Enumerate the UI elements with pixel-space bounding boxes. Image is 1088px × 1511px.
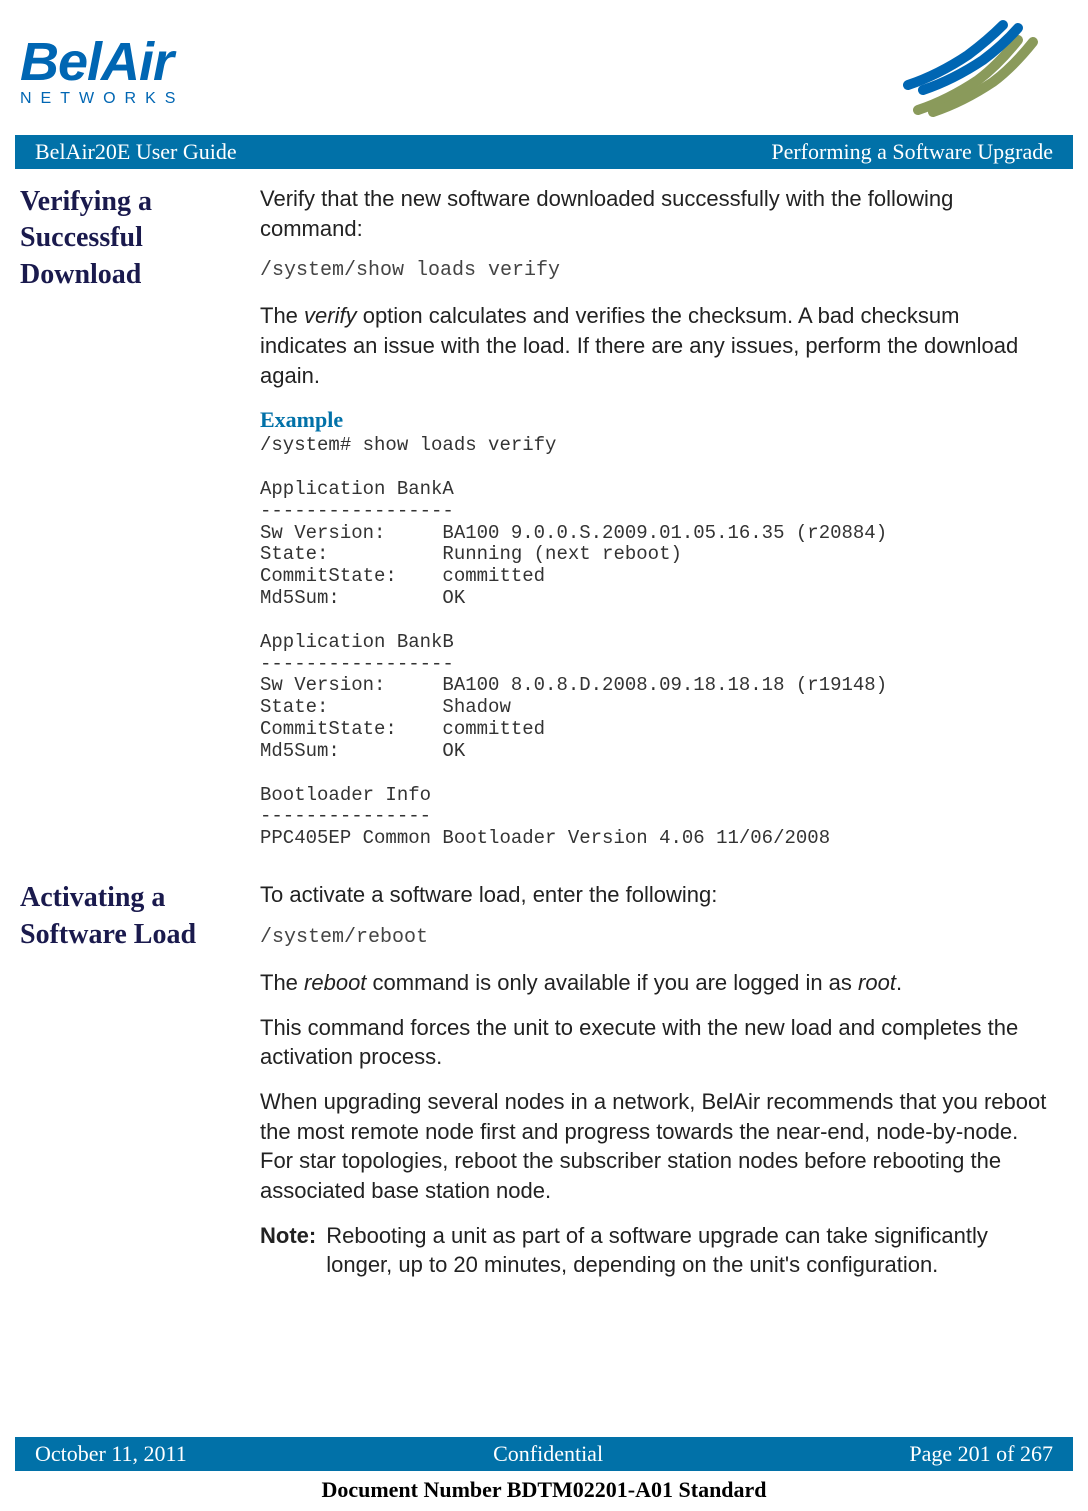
- paragraph: The verify option calculates and verifie…: [260, 301, 1048, 390]
- note-block: Note: Rebooting a unit as part of a soft…: [260, 1221, 1048, 1280]
- logo-belair-networks: BelAir NETWORKS: [20, 37, 184, 108]
- banner-right: Performing a Software Upgrade: [771, 139, 1053, 165]
- paragraph: Verify that the new software downloaded …: [260, 184, 1048, 243]
- paragraph: This command forces the unit to execute …: [260, 1013, 1048, 1072]
- paragraph: When upgrading several nodes in a networ…: [260, 1087, 1048, 1206]
- page-header: BelAir NETWORKS: [0, 20, 1088, 135]
- banner-left: BelAir20E User Guide: [35, 139, 237, 165]
- logo-sub-text: NETWORKS: [20, 90, 184, 108]
- verify-option: verify: [304, 303, 357, 328]
- reboot-command: reboot: [304, 970, 366, 995]
- logo-wave-icon: [898, 20, 1048, 125]
- section-sidebar: Verifying a Successful Download: [20, 184, 230, 870]
- title-banner: BelAir20E User Guide Performing a Softwa…: [15, 135, 1073, 169]
- paragraph: The reboot command is only available if …: [260, 968, 1048, 998]
- note-label: Note:: [260, 1221, 316, 1280]
- section-verifying-download: Verifying a Successful Download Verify t…: [0, 169, 1088, 870]
- section-activating-load: Activating a Software Load To activate a…: [0, 870, 1088, 1280]
- footer-page: Page 201 of 267: [909, 1441, 1053, 1467]
- footer-date: October 11, 2011: [35, 1441, 187, 1467]
- section-sidebar: Activating a Software Load: [20, 880, 230, 1280]
- section-body: To activate a software load, enter the f…: [260, 880, 1048, 1280]
- footer-confidential: Confidential: [493, 1441, 603, 1467]
- command-text: /system/reboot: [260, 925, 1048, 950]
- document-number: Document Number BDTM02201-A01 Standard: [0, 1477, 1088, 1503]
- example-output: /system# show loads verify Application B…: [260, 435, 1048, 850]
- note-text: Rebooting a unit as part of a software u…: [326, 1221, 1048, 1280]
- section-body: Verify that the new software downloaded …: [260, 184, 1048, 870]
- root-user: root: [858, 970, 896, 995]
- paragraph: To activate a software load, enter the f…: [260, 880, 1048, 910]
- section-title: Activating a Software Load: [20, 880, 230, 953]
- command-text: /system/show loads verify: [260, 258, 1048, 283]
- footer-banner: October 11, 2011 Confidential Page 201 o…: [15, 1437, 1073, 1471]
- section-title: Verifying a Successful Download: [20, 184, 230, 293]
- example-header: Example: [260, 405, 1048, 435]
- logo-main-text: BelAir: [20, 37, 184, 88]
